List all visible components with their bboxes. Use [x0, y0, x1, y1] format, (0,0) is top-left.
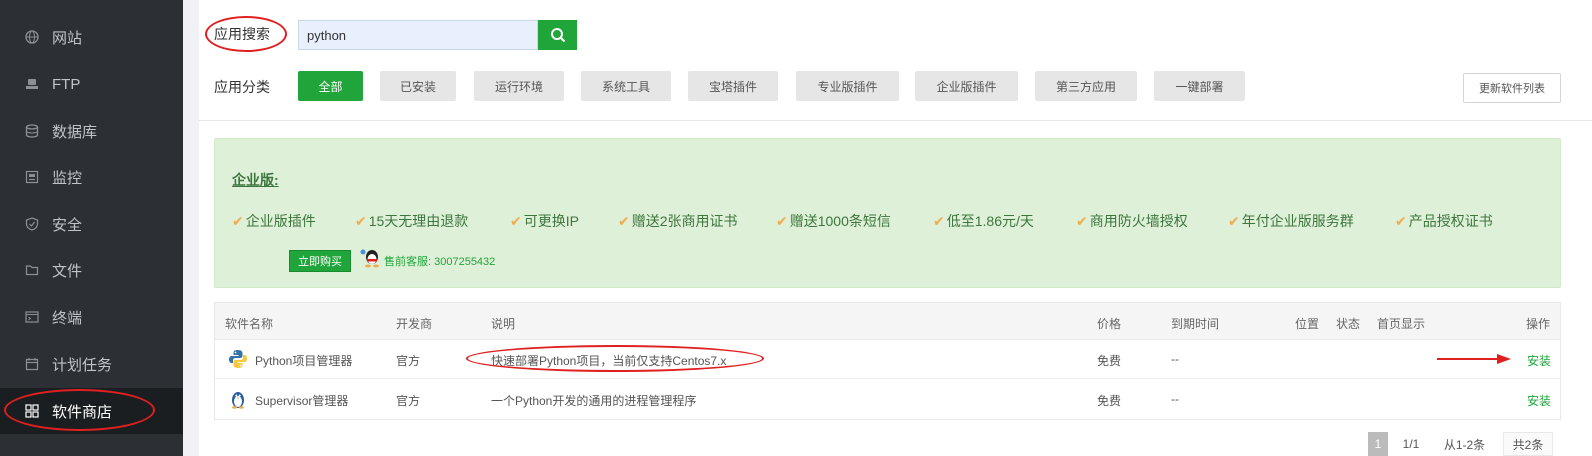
app-name: Supervisor管理器 — [255, 394, 349, 408]
annotation-arrow — [1437, 354, 1511, 364]
app-name: Python项目管理器 — [255, 354, 353, 368]
promo-title: 企业版: — [232, 172, 279, 188]
sidebar-item-label: 网站 — [52, 29, 83, 47]
category-tab-bt-plugins[interactable]: 宝塔插件 — [688, 71, 778, 101]
monitor-icon — [24, 169, 40, 185]
category-tab-enterprise-plugins[interactable]: 企业版插件 — [915, 71, 1018, 101]
table-row: Python项目管理器 官方 快速部署Python项目，当前仅支持Centos7… — [215, 340, 1560, 379]
app-window: 网站 FTP 数据库 监控 安全 文件 终端 计划任务 软件商店 应用搜索 py… — [0, 0, 1592, 456]
sidebar-item-security[interactable]: 安全 — [0, 201, 183, 247]
search-button[interactable] — [538, 20, 577, 50]
promo-feature: ✔ 低至1.86元/天 — [933, 213, 1034, 229]
annotation-ellipse-sidebar — [4, 389, 155, 431]
install-button[interactable]: 安装 — [1527, 392, 1551, 409]
promo-feature: ✔ 年付企业版服务群 — [1228, 213, 1354, 229]
sidebar-item-terminal[interactable]: 终端 — [0, 294, 183, 340]
qq-icon[interactable] — [359, 248, 381, 268]
app-vendor: 官方 — [396, 394, 421, 408]
category-tab-third-party[interactable]: 第三方应用 — [1035, 71, 1137, 101]
promo-feature: ✔ 赠送2张商用证书 — [618, 213, 738, 229]
annotation-ellipse-description — [466, 345, 764, 372]
pagination-total: 共2条 — [1503, 432, 1553, 456]
enterprise-promo-box: 企业版: ✔ 企业版插件 ✔ 15天无理由退款 ✔ 可更换IP ✔ 赠送2张商用证书 ✔… — [214, 138, 1561, 288]
promo-feature: ✔ 15天无理由退款 — [355, 213, 469, 229]
ftp-icon — [24, 76, 40, 92]
check-icon: ✔ — [1395, 213, 1407, 229]
promo-feature: ✔ 企业版插件 — [232, 213, 316, 229]
category-tab-system-tools[interactable]: 系统工具 — [581, 71, 671, 101]
sidebar-item-label: 监控 — [52, 169, 83, 187]
category-tab-runtime[interactable]: 运行环境 — [474, 71, 564, 101]
table-header: 软件名称 开发商 说明 价格 到期时间 位置 状态 首页显示 操作 — [215, 303, 1560, 340]
check-icon: ✔ — [933, 213, 945, 229]
globe-icon — [24, 29, 40, 45]
sidebar-item-database[interactable]: 数据库 — [0, 108, 183, 154]
sidebar-item-cron[interactable]: 计划任务 — [0, 341, 183, 387]
promo-feature: ✔ 赠送1000条短信 — [776, 213, 891, 229]
install-button[interactable]: 安装 — [1527, 352, 1551, 369]
app-price: 免费 — [1097, 354, 1122, 368]
app-expire: -- — [1171, 392, 1179, 406]
column-header: 价格 — [1097, 317, 1122, 331]
sidebar-item-monitor[interactable]: 监控 — [0, 154, 183, 200]
database-icon — [24, 123, 40, 139]
refresh-list-button[interactable]: 更新软件列表 — [1463, 73, 1561, 103]
terminal-icon — [24, 309, 40, 325]
sidebar-item-label: 数据库 — [52, 123, 98, 141]
main-panel: 应用搜索 应用分类 全部 已安装 运行环境 系统工具 宝塔插件 专业版插件 企业… — [199, 0, 1592, 456]
calendar-icon — [24, 356, 40, 372]
category-tab-one-click-deploy[interactable]: 一键部署 — [1154, 71, 1245, 101]
sidebar-item-files[interactable]: 文件 — [0, 247, 183, 293]
check-icon: ✔ — [355, 213, 367, 229]
column-header: 说明 — [491, 317, 516, 331]
column-header: 位置 — [1295, 317, 1320, 331]
check-icon: ✔ — [618, 213, 630, 229]
pagination-range: 从1-2条 — [1443, 437, 1486, 452]
column-header: 状态 — [1336, 317, 1361, 331]
sidebar-item-label: 安全 — [52, 216, 83, 234]
check-icon: ✔ — [510, 213, 522, 229]
buy-now-button[interactable]: 立即购买 — [289, 250, 351, 272]
sidebar-item-label: 终端 — [52, 309, 83, 327]
sidebar-item-ftp[interactable]: FTP — [0, 61, 183, 107]
app-expire: -- — [1171, 352, 1179, 366]
sidebar: 网站 FTP 数据库 监控 安全 文件 终端 计划任务 软件商店 — [0, 0, 183, 456]
promo-feature: ✔ 商用防火墙授权 — [1076, 213, 1188, 229]
divider — [199, 120, 1592, 121]
pagination-pages: 1/1 — [1402, 437, 1420, 451]
folder-icon — [24, 262, 40, 278]
column-header: 到期时间 — [1171, 317, 1220, 331]
column-header: 首页显示 — [1377, 317, 1426, 331]
annotation-ellipse-search-label — [205, 16, 287, 52]
sidebar-item-label: FTP — [52, 75, 81, 93]
search-input[interactable] — [298, 20, 538, 50]
check-icon: ✔ — [232, 213, 244, 229]
column-header: 操作 — [1526, 317, 1551, 331]
column-header: 开发商 — [396, 317, 433, 331]
python-logo-icon — [229, 350, 247, 368]
category-label: 应用分类 — [214, 79, 270, 95]
promo-feature: ✔ 可更换IP — [510, 213, 579, 229]
app-vendor: 官方 — [396, 354, 421, 368]
sidebar-item-label: 计划任务 — [52, 356, 113, 374]
sidebar-item-website[interactable]: 网站 — [0, 14, 183, 60]
search-icon — [550, 28, 565, 43]
sidebar-item-label: 文件 — [52, 262, 83, 280]
check-icon: ✔ — [1076, 213, 1088, 229]
category-tab-pro-plugins[interactable]: 专业版插件 — [796, 71, 899, 101]
shield-icon — [24, 216, 40, 232]
pagination-current-page[interactable]: 1 — [1368, 432, 1388, 456]
column-header: 软件名称 — [225, 317, 274, 331]
app-price: 免费 — [1097, 394, 1122, 408]
software-table: 软件名称 开发商 说明 价格 到期时间 位置 状态 首页显示 操作 Python… — [214, 302, 1561, 420]
promo-feature: ✔ 产品授权证书 — [1395, 213, 1493, 229]
linux-tux-icon — [232, 392, 244, 409]
app-description: 一个Python开发的通用的进程管理程序 — [491, 394, 697, 408]
presales-support-contact[interactable]: 售前客服: 3007255432 — [384, 253, 495, 269]
table-row: Supervisor管理器 官方 一个Python开发的通用的进程管理程序 免费… — [215, 380, 1560, 419]
check-icon: ✔ — [776, 213, 788, 229]
category-tab-all[interactable]: 全部 — [298, 71, 363, 101]
category-tab-installed[interactable]: 已安装 — [380, 71, 456, 101]
check-icon: ✔ — [1228, 213, 1240, 229]
